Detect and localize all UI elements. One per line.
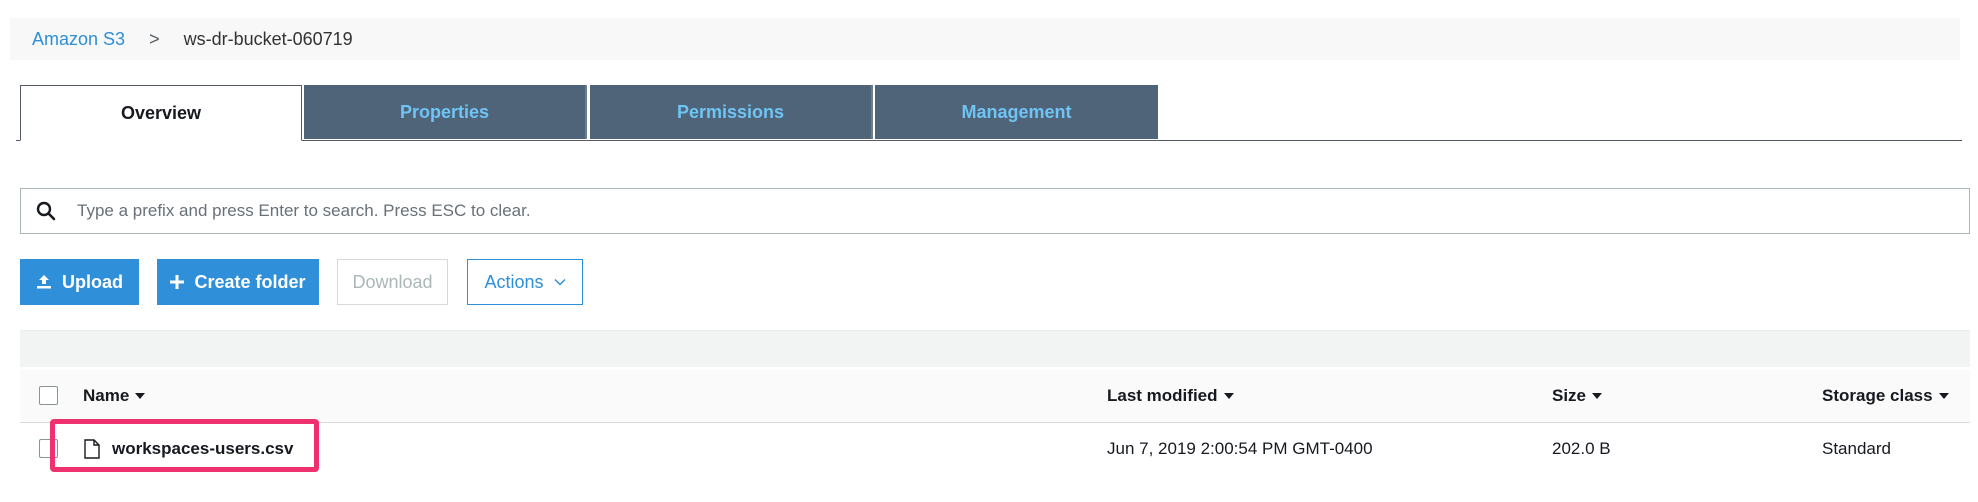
upload-icon — [36, 274, 52, 290]
tab-properties[interactable]: Properties — [304, 85, 587, 139]
search-box[interactable] — [20, 188, 1970, 234]
tabs-divider — [16, 140, 1962, 141]
download-button[interactable]: Download — [337, 259, 448, 305]
breadcrumb-current: ws-dr-bucket-060719 — [183, 28, 353, 49]
file-highlight-box — [50, 419, 319, 472]
download-button-label: Download — [352, 271, 433, 292]
breadcrumb: Amazon S3 > ws-dr-bucket-060719 — [10, 18, 1960, 60]
sort-caret-icon — [1223, 393, 1234, 399]
column-header-name[interactable]: Name — [83, 370, 146, 422]
column-header-name-label: Name — [83, 386, 130, 405]
create-folder-button[interactable]: Create folder — [157, 259, 319, 305]
plus-icon — [170, 275, 185, 289]
chevron-down-icon — [553, 278, 566, 286]
search-icon — [35, 200, 57, 222]
upload-button-label: Upload — [62, 271, 123, 292]
sort-caret-icon — [135, 393, 146, 399]
column-header-last-modified[interactable]: Last modified — [1107, 370, 1234, 422]
upload-button[interactable]: Upload — [20, 259, 139, 305]
tab-management[interactable]: Management — [875, 85, 1158, 139]
create-folder-button-label: Create folder — [194, 271, 306, 292]
column-header-size[interactable]: Size — [1552, 370, 1603, 422]
column-header-storage-class[interactable]: Storage class — [1822, 370, 1949, 422]
storage-class-cell: Standard — [1822, 439, 1891, 458]
breadcrumb-separator: > — [149, 28, 160, 49]
table-header: Name Last modified Size Storage class — [20, 370, 1970, 423]
column-header-last-modified-label: Last modified — [1107, 386, 1218, 405]
s3-bucket-page: Amazon S3 > ws-dr-bucket-060719 Overview… — [0, 0, 1978, 502]
tab-overview[interactable]: Overview — [20, 85, 302, 141]
actions-button-label: Actions — [484, 271, 544, 292]
sort-caret-icon — [1592, 393, 1603, 399]
breadcrumb-root-link[interactable]: Amazon S3 — [32, 29, 125, 50]
tab-permissions[interactable]: Permissions — [590, 85, 873, 139]
table-toolbar-strip — [20, 330, 1970, 367]
last-modified-cell: Jun 7, 2019 2:00:54 PM GMT-0400 — [1107, 439, 1373, 458]
select-all-checkbox[interactable] — [39, 386, 58, 405]
column-header-size-label: Size — [1552, 386, 1587, 405]
column-header-storage-class-label: Storage class — [1822, 386, 1933, 405]
actions-dropdown-button[interactable]: Actions — [467, 259, 583, 305]
sort-caret-icon — [1938, 393, 1949, 399]
size-cell: 202.0 B — [1552, 439, 1611, 458]
search-input[interactable] — [75, 200, 1879, 222]
